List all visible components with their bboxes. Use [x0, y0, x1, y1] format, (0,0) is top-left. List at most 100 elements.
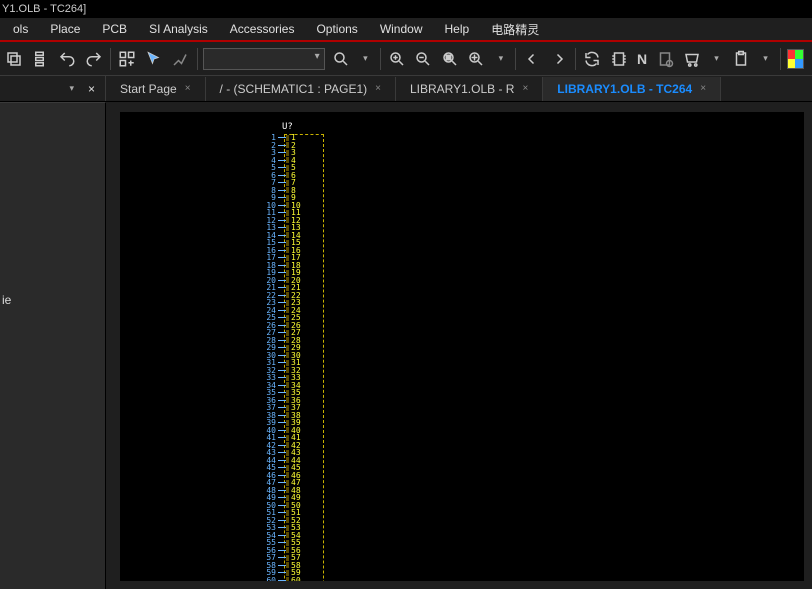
pin-number-outer: 61: [258, 584, 276, 589]
zoom-fit-icon[interactable]: [440, 47, 461, 71]
paste-dropdown-icon[interactable]: ▾: [757, 53, 774, 64]
cart-dropdown-icon[interactable]: ▾: [708, 53, 725, 64]
tab-library1-olb-tc264[interactable]: LIBRARY1.OLB - TC264×: [543, 77, 721, 101]
pin-connector: [286, 330, 289, 336]
pin-number-inner: 61: [291, 584, 301, 589]
pin-connector: [286, 172, 289, 178]
zoom-dropdown-icon[interactable]: ▾: [493, 53, 510, 64]
separator: [575, 48, 576, 70]
pin-connector: [286, 180, 289, 186]
pin-wire: [278, 257, 286, 258]
grid-add-icon[interactable]: [117, 47, 138, 71]
pin-wire: [278, 175, 286, 176]
pin-wire: [278, 295, 286, 296]
menu--[interactable]: 电路精灵: [480, 18, 550, 41]
pin-wire: [278, 400, 286, 401]
sweep-icon[interactable]: [170, 47, 191, 71]
pin-wire: [278, 490, 286, 491]
pin-wire: [278, 505, 286, 506]
pin-connector: [286, 247, 289, 253]
n-label-icon[interactable]: N: [635, 51, 649, 67]
menu-ols[interactable]: ols: [2, 19, 39, 39]
zoom-all-icon[interactable]: [466, 47, 487, 71]
pin-wire: [278, 572, 286, 573]
redo-icon[interactable]: [84, 47, 105, 71]
menu-accessories[interactable]: Accessories: [219, 19, 306, 39]
title-text: Y1.OLB - TC264]: [2, 3, 86, 15]
pin-wire: [278, 392, 286, 393]
side-panel-tab: ▾ ×: [0, 76, 106, 101]
menu-pcb[interactable]: PCB: [91, 19, 138, 39]
part-icon[interactable]: [609, 47, 630, 71]
close-icon[interactable]: ×: [375, 83, 381, 94]
close-icon[interactable]: ×: [522, 83, 528, 94]
pin-connector: [286, 450, 289, 456]
cart-icon[interactable]: [682, 47, 703, 71]
pin-wire: [278, 145, 286, 146]
pin-wire: [278, 332, 286, 333]
part-ref-label: U?: [282, 122, 293, 132]
pin-connector: [286, 262, 289, 268]
pin-number-inner: 60: [291, 577, 301, 585]
menu-si-analysis[interactable]: SI Analysis: [138, 19, 219, 39]
pin-connector: [286, 367, 289, 373]
menu-help[interactable]: Help: [434, 19, 481, 39]
zoom-out-icon[interactable]: [413, 47, 434, 71]
search-icon[interactable]: [331, 47, 352, 71]
pin-wire: [278, 182, 286, 183]
pin-connector: [286, 270, 289, 276]
close-icon[interactable]: ×: [88, 82, 95, 96]
pin-connector: [286, 322, 289, 328]
pin-wire: [278, 310, 286, 311]
tab-label: Start Page: [120, 82, 177, 96]
zoom-in-icon[interactable]: [387, 47, 408, 71]
pin-wire: [278, 407, 286, 408]
pin-connector: [286, 465, 289, 471]
tab-start-page[interactable]: Start Page ×: [106, 77, 206, 101]
color-palette-icon[interactable]: [787, 49, 804, 69]
chevron-down-icon[interactable]: ▾: [63, 83, 80, 94]
close-icon[interactable]: ×: [185, 83, 191, 94]
pin-connector: [286, 532, 289, 538]
pin-connector: [286, 142, 289, 148]
pin-connector: [286, 487, 289, 493]
pin-60[interactable]: 6060: [258, 577, 301, 585]
pointer-icon[interactable]: [144, 47, 165, 71]
pin-connector: [286, 360, 289, 366]
clipboard-link-icon[interactable]: [655, 47, 676, 71]
pin-wire: [278, 287, 286, 288]
pin-connector: [286, 510, 289, 516]
search-combo[interactable]: [203, 48, 324, 70]
tab-schematic1-page1[interactable]: / - (SCHEMATIC1 : PAGE1)×: [206, 77, 396, 101]
menu-place[interactable]: Place: [39, 19, 91, 39]
pin-wire: [278, 467, 286, 468]
tab-library1-olb-r[interactable]: LIBRARY1.OLB - R×: [396, 77, 543, 101]
prev-icon[interactable]: [522, 47, 543, 71]
paste-icon[interactable]: [731, 47, 752, 71]
menu-window[interactable]: Window: [369, 19, 434, 39]
close-icon[interactable]: ×: [700, 83, 706, 94]
pin-connector: [286, 502, 289, 508]
save-copy-icon[interactable]: [4, 47, 25, 71]
pin-wire: [278, 160, 286, 161]
pin-connector: [286, 315, 289, 321]
pin-61[interactable]: 61 61: [258, 584, 301, 589]
pin-wire: [278, 550, 286, 551]
toolbar: ▾ ▾ N ▾ ▾: [0, 42, 812, 76]
pin-wire: [278, 520, 286, 521]
search-dropdown-icon[interactable]: ▾: [357, 53, 374, 64]
pin-wire: [278, 137, 286, 138]
schematic-canvas[interactable]: U? 1122334455667788991010111112121313141…: [106, 102, 812, 589]
refresh-part-icon[interactable]: [582, 47, 603, 71]
pin-connector: [286, 555, 289, 561]
pin-connector: [286, 165, 289, 171]
pin-wire: [278, 197, 286, 198]
undo-icon[interactable]: [57, 47, 78, 71]
stack-icon[interactable]: [31, 47, 52, 71]
pin-wire: [278, 167, 286, 168]
pin-wire: [278, 227, 286, 228]
next-icon[interactable]: [549, 47, 570, 71]
side-panel: ie: [0, 102, 106, 589]
menu-options[interactable]: Options: [305, 19, 368, 39]
pin-wire: [278, 235, 286, 236]
